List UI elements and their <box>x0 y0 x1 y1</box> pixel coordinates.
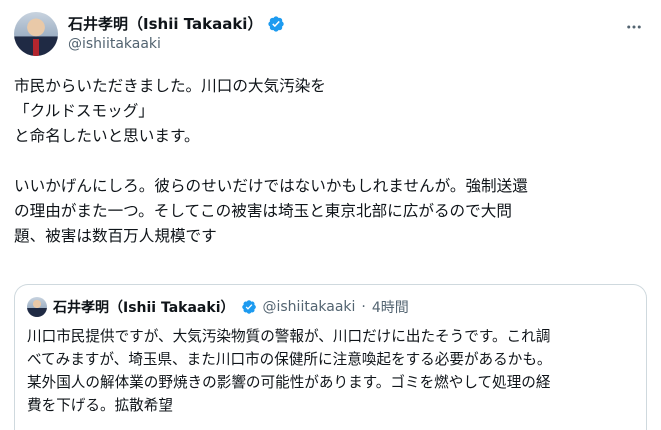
tweet-line: 市民からいただきました。川口の大気汚染を <box>14 77 326 95</box>
tweet-line: いいかげんにしろ。彼らのせいだけではないかもしれませんが。強制送還 <box>14 177 528 195</box>
quoted-tweet[interactable]: 石井孝明（Ishii Takaaki） @ishiitakaaki · 4時間 … <box>14 284 647 430</box>
verified-badge-icon <box>241 300 256 314</box>
author-display-name[interactable]: 石井孝明（Ishii Takaaki） <box>68 13 262 34</box>
tweet-line: 題、被害は数百万人規模です <box>14 227 217 245</box>
verified-badge-icon <box>268 15 285 32</box>
tweet-line: 「クルドスモッグ」 <box>14 102 154 120</box>
tweet-line: の理由がまた一つ。そしてこの被害は埼玉と東京北部に広がるので大問 <box>14 202 512 220</box>
quoted-author-display-name: 石井孝明（Ishii Takaaki） <box>53 300 235 316</box>
quoted-tweet-text: 川口市民提供ですが、大気汚染物質の警報が、川口だけに出たそうです。これ調 べてみ… <box>27 325 639 417</box>
quoted-timestamp[interactable]: 4時間 <box>372 297 409 317</box>
more-options-icon[interactable] <box>623 16 645 38</box>
tweet-text: 市民からいただきました。川口の大気汚染を 「クルドスモッグ」 と命名したいと思い… <box>14 74 647 249</box>
quoted-line: 某外国人の解体業の野焼きの影響の可能性があります。ゴミを燃やして処理の経 <box>27 374 551 391</box>
quoted-line: べてみますが、埼玉県、また川口市の保健所に注意喚起をする必要があるかも。 <box>27 351 552 368</box>
separator-dot: · <box>361 299 366 315</box>
quoted-author-avatar <box>27 297 47 317</box>
quoted-author-handle: @ishiitakaaki <box>262 299 356 315</box>
tweet-line: と命名したいと思います。 <box>14 127 200 145</box>
tweet-header: 石井孝明（Ishii Takaaki） @ishiitakaaki <box>14 10 647 58</box>
author-name-row: 石井孝明（Ishii Takaaki） <box>68 13 285 34</box>
quoted-line: 費を下げる。拡散希望 <box>27 397 173 414</box>
quoted-line: 川口市民提供ですが、大気汚染物質の警報が、川口だけに出たそうです。これ調 <box>27 328 551 345</box>
quoted-tweet-header: 石井孝明（Ishii Takaaki） @ishiitakaaki · 4時間 <box>27 297 409 317</box>
author-handle[interactable]: @ishiitakaaki <box>68 36 161 52</box>
author-avatar[interactable] <box>14 12 58 56</box>
